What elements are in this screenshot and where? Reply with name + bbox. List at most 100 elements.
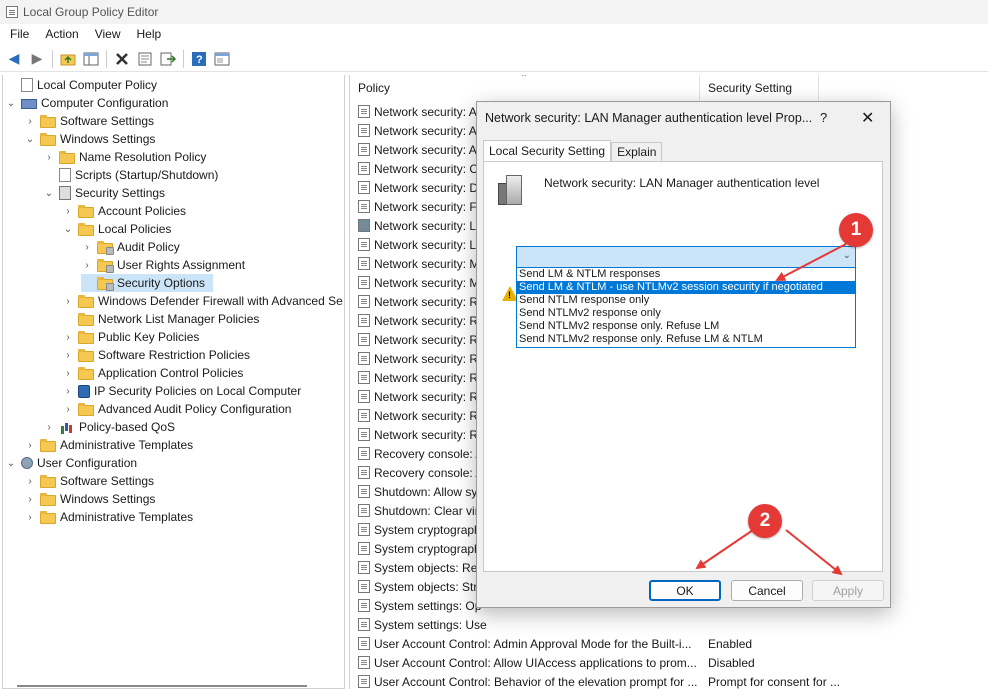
policy-setting-icon — [358, 675, 370, 688]
table-row[interactable]: User Account Control: Allow UIAccess app… — [350, 653, 755, 672]
tree-application-control-policies[interactable]: › Application Control Policies — [62, 364, 243, 382]
chevron-right-icon[interactable]: › — [62, 332, 74, 343]
chevron-right-icon[interactable]: › — [62, 368, 74, 379]
close-button[interactable]: ✕ — [861, 108, 874, 128]
help-button[interactable]: ? — [820, 110, 827, 125]
chevron-right-icon[interactable]: › — [62, 206, 74, 217]
tree-advanced-audit-policy[interactable]: › Advanced Audit Policy Configuration — [62, 400, 291, 418]
folder-icon — [78, 222, 94, 236]
dropdown-option[interactable]: Send NTLMv2 response only — [517, 307, 855, 320]
tree-account-policies[interactable]: › Account Policies — [62, 202, 186, 220]
tree-security-options[interactable]: Security Options — [81, 274, 213, 292]
folder-icon — [78, 204, 94, 218]
tree-label: IP Security Policies on Local Computer — [94, 384, 302, 398]
tree-user-windows-settings[interactable]: › Windows Settings — [24, 490, 155, 508]
chevron-right-icon[interactable]: › — [24, 440, 36, 451]
filter-icon[interactable] — [212, 49, 232, 69]
show-hide-tree-icon[interactable] — [81, 49, 101, 69]
authentication-level-select[interactable]: ⌄ — [516, 246, 856, 268]
export-icon[interactable] — [158, 49, 178, 69]
policy-setting-icon — [358, 542, 370, 555]
tree-horizontal-scrollbar[interactable] — [17, 685, 307, 687]
chevron-down-icon[interactable]: ⌄ — [24, 134, 36, 145]
tree-user-administrative-templates[interactable]: › Administrative Templates — [24, 508, 193, 526]
chevron-right-icon[interactable]: › — [24, 476, 36, 487]
tree-administrative-templates[interactable]: › Administrative Templates — [24, 436, 193, 454]
dropdown-option[interactable]: Send NTLM response only — [517, 294, 855, 307]
tree-scripts[interactable]: Scripts (Startup/Shutdown) — [43, 166, 218, 184]
help-icon[interactable]: ? — [189, 49, 209, 69]
chevron-down-icon[interactable]: ⌄ — [5, 458, 17, 469]
dropdown-option[interactable]: Send NTLMv2 response only. Refuse LM & N… — [517, 333, 855, 346]
column-header-security-setting[interactable]: Security Setting — [701, 75, 819, 101]
tree-software-restriction-policies[interactable]: › Software Restriction Policies — [62, 346, 250, 364]
tab-local-security-setting[interactable]: Local Security Setting — [483, 140, 612, 161]
dropdown-option-selected[interactable]: Send LM & NTLM - use NTLMv2 session secu… — [517, 281, 855, 294]
dropdown-option[interactable]: Send LM & NTLM responses — [517, 268, 855, 281]
table-row[interactable]: User Account Control: Admin Approval Mod… — [350, 634, 752, 653]
forward-icon[interactable]: ▶ — [27, 49, 47, 69]
properties-icon[interactable] — [135, 49, 155, 69]
chevron-down-icon[interactable]: ⌄ — [843, 250, 851, 261]
computer-icon — [21, 98, 37, 109]
up-folder-icon[interactable] — [58, 49, 78, 69]
policy-setting-icon — [358, 656, 370, 669]
tree-audit-policy[interactable]: › Audit Policy — [81, 238, 180, 256]
chevron-down-icon[interactable]: ⌄ — [62, 224, 74, 235]
tab-explain[interactable]: Explain — [611, 142, 663, 161]
chevron-right-icon[interactable]: › — [62, 404, 74, 415]
chevron-right-icon[interactable]: › — [62, 350, 74, 361]
policy-setting-icon — [358, 162, 370, 175]
chevron-right-icon[interactable]: › — [81, 260, 93, 271]
chevron-right-icon[interactable]: › — [81, 242, 93, 253]
chevron-right-icon[interactable]: › — [24, 116, 36, 127]
apply-button[interactable]: Apply — [812, 580, 884, 601]
tree-label: Local Policies — [98, 222, 172, 236]
chevron-down-icon[interactable]: ⌄ — [43, 188, 55, 199]
tree-security-settings[interactable]: ⌄ Security Settings — [43, 184, 165, 202]
tree-local-computer-policy[interactable]: Local Computer Policy — [5, 76, 157, 94]
folder-icon — [40, 510, 56, 524]
tree-user-rights-assignment[interactable]: › User Rights Assignment — [81, 256, 245, 274]
chevron-right-icon[interactable]: › — [24, 512, 36, 523]
chevron-right-icon[interactable]: › — [43, 152, 55, 163]
chevron-down-icon[interactable]: ⌄ — [5, 98, 17, 109]
menu-action[interactable]: Action — [37, 27, 86, 41]
menu-file[interactable]: File — [2, 27, 37, 41]
tree-network-list-manager[interactable]: Network List Manager Policies — [62, 310, 259, 328]
tree-windows-settings[interactable]: ⌄ Windows Settings — [24, 130, 156, 148]
authentication-level-dropdown: Send LM & NTLM responses Send LM & NTLM … — [516, 267, 856, 348]
tree-software-settings[interactable]: › Software Settings — [24, 112, 154, 130]
tree-label: User Rights Assignment — [117, 258, 246, 272]
tree-ip-security-policies[interactable]: › IP Security Policies on Local Computer — [62, 382, 301, 400]
column-header-policy[interactable]: Policy ⌃ — [350, 75, 700, 101]
cancel-button[interactable]: Cancel — [731, 580, 803, 601]
tree-windows-defender-firewall[interactable]: › Windows Defender Firewall with Advanced… — [62, 292, 342, 310]
chevron-right-icon[interactable]: › — [62, 296, 74, 307]
menu-view[interactable]: View — [87, 27, 129, 41]
dropdown-option[interactable]: Send NTLMv2 response only. Refuse LM — [517, 320, 855, 333]
back-icon[interactable]: ◀ — [4, 49, 24, 69]
tree-label: Security Options — [117, 276, 206, 290]
delete-icon[interactable] — [112, 49, 132, 69]
tree-label: Security Settings — [75, 186, 166, 200]
chevron-right-icon[interactable]: › — [24, 494, 36, 505]
policy-setting-icon — [358, 200, 370, 213]
tree-name-resolution-policy[interactable]: › Name Resolution Policy — [43, 148, 206, 166]
tree-local-policies[interactable]: ⌄ Local Policies — [62, 220, 172, 238]
table-row[interactable]: System settings: Use — [350, 615, 704, 634]
tree-user-configuration[interactable]: ⌄ User Configuration — [5, 454, 137, 472]
ok-button[interactable]: OK — [649, 580, 721, 601]
server-icon — [498, 175, 524, 205]
table-row[interactable]: User Account Control: Behavior of the el… — [350, 672, 840, 689]
menu-help[interactable]: Help — [129, 27, 170, 41]
tree-computer-configuration[interactable]: ⌄ Computer Configuration — [5, 94, 169, 112]
tree-user-software-settings[interactable]: › Software Settings — [24, 472, 154, 490]
chevron-right-icon[interactable]: › — [62, 386, 74, 397]
tree-public-key-policies[interactable]: › Public Key Policies — [62, 328, 199, 346]
tree-policy-based-qos[interactable]: › Policy-based QoS — [43, 418, 175, 436]
chevron-right-icon[interactable]: › — [43, 422, 55, 433]
tree-label: Name Resolution Policy — [79, 150, 207, 164]
policy-setting-icon — [358, 143, 370, 156]
policy-setting-icon — [358, 333, 370, 346]
